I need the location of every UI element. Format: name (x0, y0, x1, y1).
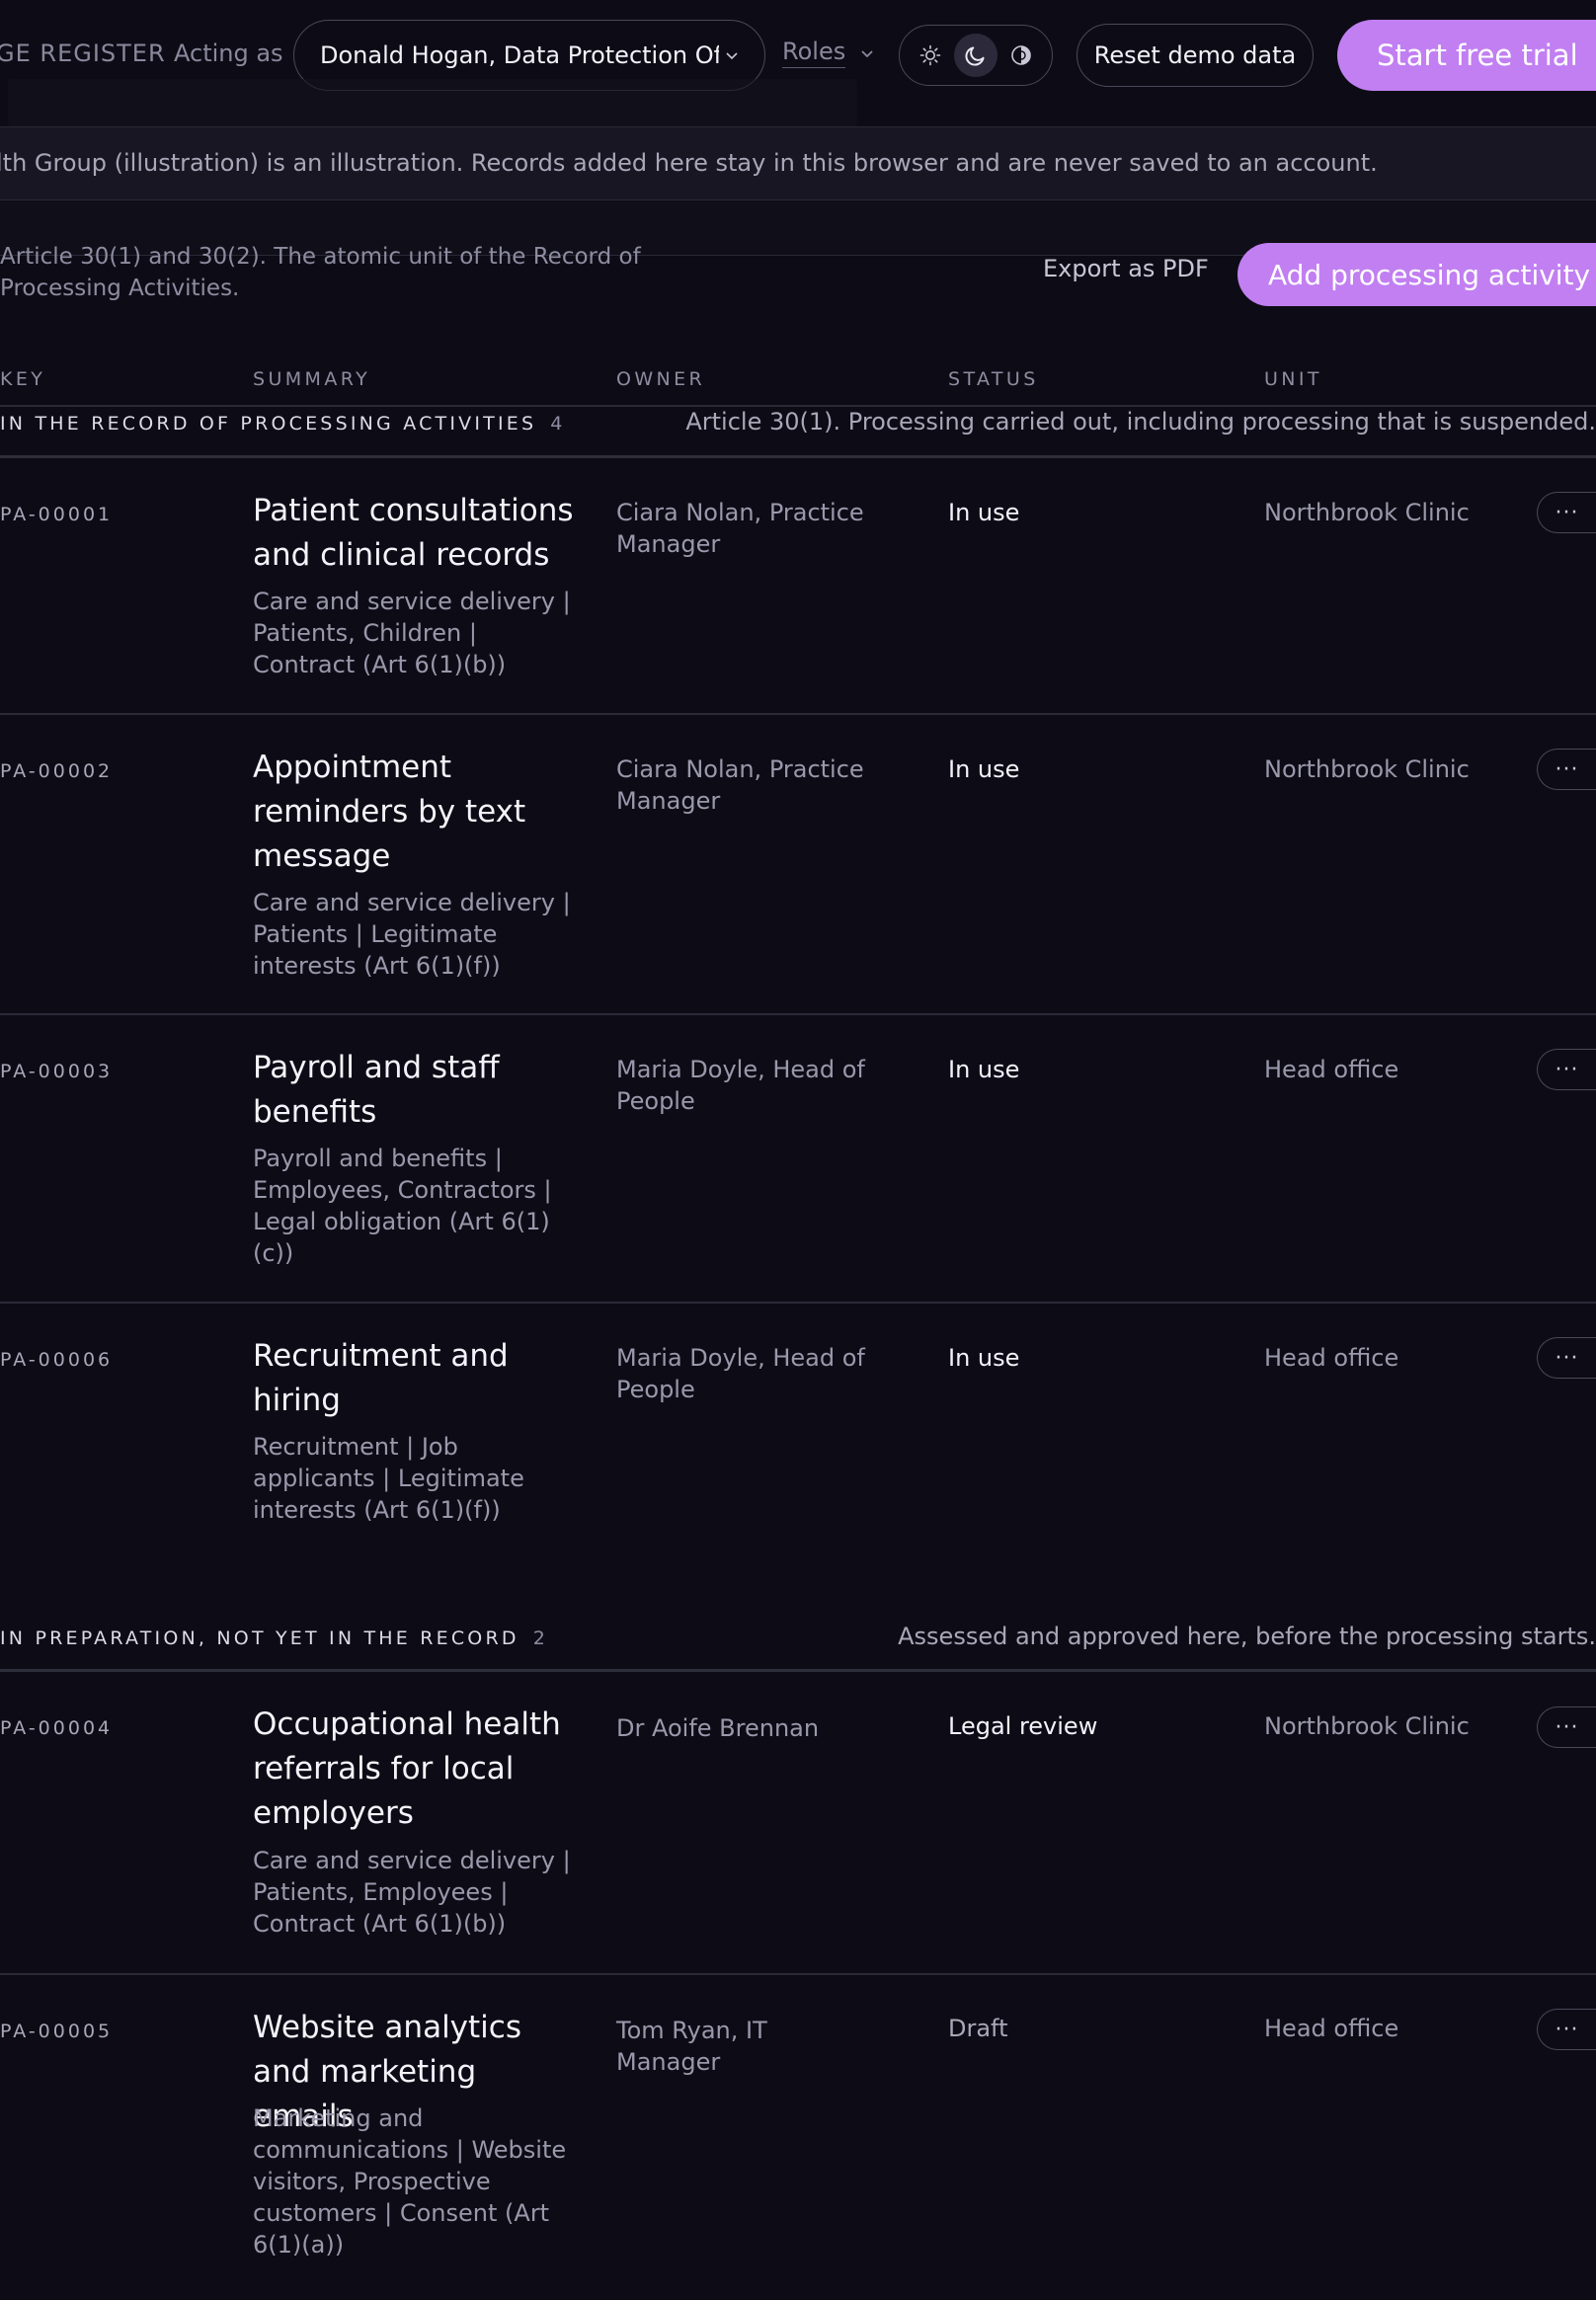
more-icon: ··· (1555, 756, 1579, 782)
row-title[interactable]: Payroll and staff benefits (253, 1046, 579, 1135)
row-more-button[interactable]: ··· (1537, 1706, 1596, 1748)
row-key[interactable]: PA-00003 (0, 1061, 113, 1082)
group-divider (0, 1669, 1596, 1672)
roles-label: Roles (782, 38, 846, 68)
row-status: In use (948, 755, 1020, 783)
group-count: 2 (532, 1627, 548, 1649)
table-header-divider (0, 405, 1596, 407)
row-owner: Dr Aoife Brennan (616, 1714, 820, 1742)
row-divider (0, 713, 1596, 715)
subnav-shadow (8, 79, 857, 126)
row-divider (0, 1302, 1596, 1304)
row-key[interactable]: PA-00006 (0, 1349, 113, 1371)
more-icon: ··· (1555, 1345, 1579, 1371)
contrast-icon[interactable] (999, 34, 1043, 77)
row-more-button[interactable]: ··· (1537, 1049, 1596, 1090)
row-more-button[interactable]: ··· (1537, 492, 1596, 533)
row-summary: Recruitment | Job applicants | Legitimat… (253, 1433, 524, 1524)
column-header-owner[interactable]: OWNER (616, 368, 705, 390)
row-summary: Payroll and benefits | Employees, Contra… (253, 1145, 552, 1267)
group-title-text: IN PREPARATION, NOT YET IN THE RECORD (0, 1627, 519, 1649)
row-unit: Northbrook Clinic (1264, 755, 1470, 783)
row-divider (0, 1973, 1596, 1975)
demo-banner-text: lth Group (illustration) is an illustrat… (0, 149, 1378, 177)
row-summary: Marketing and communications | Website v… (253, 2104, 567, 2259)
column-header-summary[interactable]: SUMMARY (253, 368, 370, 390)
column-header-unit[interactable]: UNIT (1264, 368, 1322, 390)
page: GE REGISTER Acting as Donald Hogan, Data… (0, 0, 1596, 2300)
chevron-down-icon (859, 48, 875, 58)
group-count: 4 (550, 413, 566, 435)
row-title[interactable]: Occupational health referrals for local … (253, 1703, 579, 1836)
row-key[interactable]: PA-00001 (0, 504, 113, 525)
app-brand[interactable]: GE REGISTER (0, 40, 166, 67)
add-processing-activity-button[interactable]: Add processing activity (1237, 243, 1596, 306)
row-status: In use (948, 1344, 1020, 1372)
row-status: Legal review (948, 1712, 1098, 1740)
row-more-button[interactable]: ··· (1537, 1337, 1596, 1379)
row-unit: Northbrook Clinic (1264, 499, 1470, 526)
row-title[interactable]: Patient consultations and clinical recor… (253, 489, 579, 578)
row-owner: Maria Doyle, Head of People (616, 1344, 865, 1403)
row-summary: Care and service delivery | Patients, Em… (253, 1847, 571, 1938)
row-owner: Ciara Nolan, Practice Manager (616, 755, 864, 815)
theme-toggle[interactable] (899, 25, 1053, 86)
row-key[interactable]: PA-00005 (0, 2021, 113, 2042)
sun-icon[interactable] (909, 34, 952, 77)
chevron-down-icon (725, 50, 739, 60)
row-owner: Ciara Nolan, Practice Manager (616, 499, 864, 558)
more-icon: ··· (1555, 1057, 1579, 1082)
group-title-in-preparation: IN PREPARATION, NOT YET IN THE RECORD 2 (0, 1627, 548, 1649)
row-owner: Maria Doyle, Head of People (616, 1056, 865, 1115)
group-note-in-preparation: Assessed and approved here, before the p… (898, 1623, 1596, 1650)
row-key[interactable]: PA-00002 (0, 760, 113, 782)
row-unit: Head office (1264, 1056, 1399, 1083)
row-more-button[interactable]: ··· (1537, 2009, 1596, 2050)
row-status: In use (948, 1056, 1020, 1083)
acting-as-value: Donald Hogan, Data Protection Officer (320, 41, 719, 69)
start-free-trial-button[interactable]: Start free trial (1337, 20, 1596, 91)
row-owner: Tom Ryan, IT Manager (616, 2017, 767, 2076)
column-header-key[interactable]: KEY (0, 368, 45, 390)
row-unit: Head office (1264, 2015, 1399, 2042)
row-unit: Head office (1264, 1344, 1399, 1372)
row-key[interactable]: PA-00004 (0, 1717, 113, 1739)
group-note-in-record: Article 30(1). Processing carried out, i… (685, 408, 1596, 436)
row-unit: Northbrook Clinic (1264, 1712, 1470, 1740)
group-divider (0, 455, 1596, 458)
page-description: Article 30(1) and 30(2). The atomic unit… (0, 244, 641, 301)
row-status: Draft (948, 2015, 1008, 2042)
export-pdf-button[interactable]: Export as PDF (1043, 255, 1209, 282)
group-title-text: IN THE RECORD OF PROCESSING ACTIVITIES (0, 413, 537, 435)
more-icon: ··· (1555, 500, 1579, 525)
row-divider (0, 1013, 1596, 1015)
column-header-status[interactable]: STATUS (948, 368, 1039, 390)
reset-demo-data-button[interactable]: Reset demo data (1077, 24, 1314, 87)
row-summary: Care and service delivery | Patients, Ch… (253, 588, 571, 678)
acting-as-label: Acting as (174, 40, 283, 67)
group-title-in-record: IN THE RECORD OF PROCESSING ACTIVITIES 4 (0, 413, 566, 435)
row-status: In use (948, 499, 1020, 526)
row-title[interactable]: Appointment reminders by text message (253, 746, 579, 879)
more-icon: ··· (1555, 1714, 1579, 1740)
row-summary: Care and service delivery | Patients | L… (253, 889, 571, 980)
row-title[interactable]: Recruitment and hiring (253, 1334, 579, 1423)
moon-icon[interactable] (954, 34, 998, 77)
demo-banner: lth Group (illustration) is an illustrat… (0, 126, 1596, 200)
roles-menu[interactable]: Roles (782, 38, 875, 68)
row-more-button[interactable]: ··· (1537, 749, 1596, 790)
more-icon: ··· (1555, 2017, 1579, 2042)
